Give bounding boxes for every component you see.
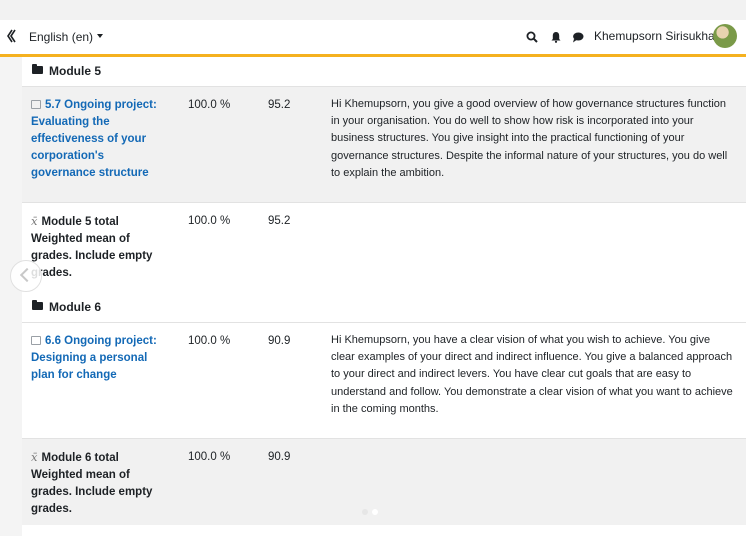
grade-item-link[interactable]: 5.7 Ongoing project: Evaluating the effe… [31, 97, 171, 182]
messages-icon[interactable] [572, 31, 584, 43]
avatar[interactable] [713, 24, 737, 48]
total-title: Module 5 total [41, 216, 119, 228]
language-selector[interactable]: English (en) [29, 30, 93, 44]
section-header-module-6: Module 6 [22, 294, 746, 320]
category-total: x̄ Module 6 total Weighted mean of grades… [31, 449, 171, 518]
table-row: 6.6 Ongoing project: Designing a persona… [22, 322, 746, 439]
feedback-text: Hi Khemupsorn, you give a good overview … [331, 98, 728, 179]
total-subtitle: Weighted mean of grades. Include empty g… [31, 469, 153, 515]
search-icon[interactable] [526, 31, 538, 43]
assignment-icon [31, 100, 41, 109]
carousel-dot[interactable] [362, 509, 368, 515]
section-title: Module 6 [49, 300, 102, 314]
section-title: Module 5 [49, 64, 102, 78]
grade-value: 90.9 [268, 451, 291, 463]
total-title: Module 6 total [41, 452, 119, 464]
folder-icon [32, 300, 43, 310]
carousel-prev-button[interactable] [10, 260, 42, 292]
chevron-left-icon [19, 267, 35, 283]
table-row: x̄ Module 5 total Weighted mean of grades… [22, 202, 746, 289]
table-row: 5.7 Ongoing project: Evaluating the effe… [22, 86, 746, 203]
section-header-module-5: Module 5 [22, 58, 746, 84]
feedback-text: Hi Khemupsorn, you have a clear vision o… [331, 334, 733, 415]
weight-value: 100.0 % [188, 335, 231, 347]
weight-value: 100.0 % [188, 215, 231, 227]
folder-icon [32, 64, 43, 74]
weight-value: 100.0 % [188, 451, 231, 463]
top-navbar: English (en) Khemupsorn Sirisukha [0, 20, 746, 57]
grade-value: 95.2 [268, 215, 291, 227]
category-total: x̄ Module 5 total Weighted mean of grades… [31, 213, 171, 282]
drawer-toggle-icon[interactable] [6, 29, 16, 43]
grade-value: 90.9 [268, 335, 291, 347]
bell-icon[interactable] [550, 31, 562, 43]
grade-item-link[interactable]: 6.6 Ongoing project: Designing a persona… [31, 333, 171, 384]
mean-icon: x̄ [31, 450, 38, 464]
grade-item-title[interactable]: 5.7 Ongoing project: Evaluating the effe… [31, 99, 157, 179]
table-row: x̄ Module 6 total Weighted mean of grades… [22, 438, 746, 525]
grade-item-title[interactable]: 6.6 Ongoing project: Designing a persona… [31, 335, 157, 381]
assignment-icon [31, 336, 41, 345]
mean-icon: x̄ [31, 214, 38, 228]
weight-value: 100.0 % [188, 99, 231, 111]
carousel-dots [362, 502, 382, 520]
total-subtitle: Weighted mean of grades. Include empty g… [31, 233, 153, 279]
grade-value: 95.2 [268, 99, 291, 111]
carousel-dot-active[interactable] [372, 509, 378, 515]
user-menu-name[interactable]: Khemupsorn Sirisukha [594, 29, 715, 43]
left-rail [0, 57, 22, 536]
chevron-down-icon[interactable] [97, 34, 103, 38]
